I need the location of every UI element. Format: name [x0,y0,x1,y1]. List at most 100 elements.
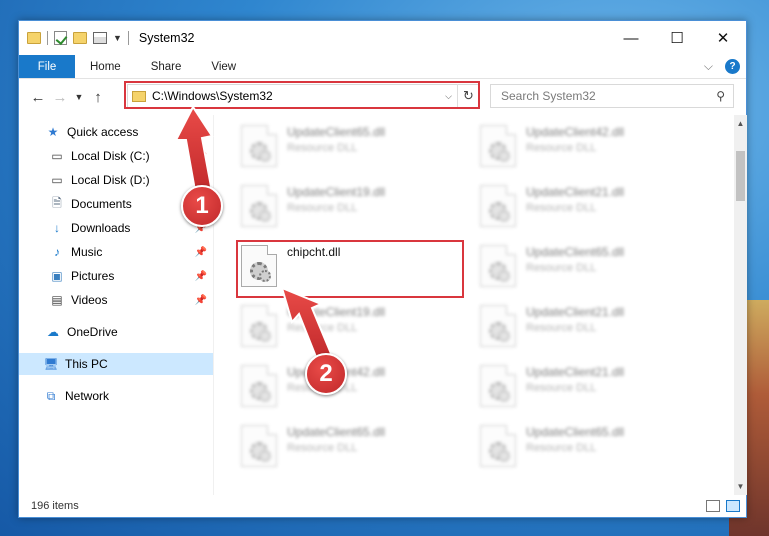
file-name: UpdateClient42.dll [526,125,625,139]
pin-icon: 📌 [194,150,207,162]
minimize-button[interactable]: — [608,21,654,55]
sidebar-item-label: Network [65,389,110,403]
tiles-view-icon[interactable] [726,500,740,512]
file-type: Resource DLL [526,382,597,394]
star-icon: ★ [47,125,59,139]
file-tile[interactable]: UpdateClient65.dll Resource DLL [241,123,471,175]
scroll-thumb[interactable] [736,151,745,201]
dll-file-icon [241,365,277,407]
sidebar-item-videos[interactable]: ▤ Videos 📌 [19,289,213,311]
ribbon-controls: ⌵ ? [704,55,740,78]
file-tile[interactable]: UpdateClient65.dll Resource DLL [241,423,471,475]
qat-dropdown-icon[interactable]: ▼ [113,33,122,43]
file-name: UpdateClient19.dll [287,305,386,319]
pin-icon: 📌 [194,270,207,282]
quick-access-toolbar: ▼ [27,31,129,45]
view-switcher [706,500,740,512]
sidebar-item-local-disk-c[interactable]: ▭ Local Disk (C:) 📌 [19,145,213,167]
file-type: Resource DLL [526,322,597,334]
file-list: UpdateClient65.dll Resource DLL UpdateCli… [215,115,734,495]
pin-icon: 📌 [194,246,207,258]
ribbon-tabs: File Home Share View ⌵ ? [19,55,746,79]
computer-icon: 🖥 [43,357,59,371]
details-view-icon[interactable] [706,500,720,512]
navigation-pane: ★ Quick access ▭ Local Disk (C:) 📌 ▭ Loc… [19,115,214,495]
dll-file-icon [241,185,277,227]
pin-icon: 📌 [194,294,207,306]
file-tile-chipcht[interactable]: chipcht.dll [241,243,471,295]
sidebar-item-label: Quick access [67,125,139,139]
window-title: System32 [138,31,195,45]
sidebar-item-local-disk-d[interactable]: ▭ Local Disk (D:) 📌 [19,169,213,191]
drive-icon: ▭ [51,149,63,163]
customize-icon[interactable] [93,32,107,44]
dll-file-icon [241,305,277,347]
file-tile[interactable]: UpdateClient19.dll Resource DLL [241,183,471,235]
file-type: Resource DLL [526,442,597,454]
sidebar-item-label: Local Disk (C:) [71,149,150,163]
file-tile[interactable]: UpdateClient65.dll Resource DLL [480,243,710,295]
maximize-button[interactable]: ☐ [654,21,700,55]
tab-file[interactable]: File [19,55,75,78]
file-tile[interactable]: UpdateClient21.dll Resource DLL [480,183,710,235]
file-tile[interactable]: UpdateClient65.dll Resource DLL [480,423,710,475]
sidebar-item-music[interactable]: ♪ Music 📌 [19,241,213,263]
refresh-icon[interactable]: ↻ [457,84,479,108]
address-bar[interactable]: C:\Windows\System32 ⌵ [127,84,479,108]
new-folder-icon[interactable] [73,32,87,44]
scroll-up-icon[interactable]: ▲ [734,119,747,128]
cloud-icon: ☁ [47,325,59,339]
file-tile[interactable]: UpdateClient21.dll Resource DLL [480,363,710,415]
close-button[interactable]: ✕ [700,21,746,55]
address-path[interactable]: C:\Windows\System32 [152,89,273,103]
sidebar-item-network[interactable]: ⧉ Network [19,385,213,407]
status-bar: 196 items [19,495,746,517]
scroll-down-icon[interactable]: ▼ [734,482,747,491]
step-callout-1: 1 [181,185,223,227]
file-tile[interactable]: UpdateClient19.dll Resource DLL [241,303,471,355]
file-name: UpdateClient21.dll [526,185,625,199]
file-type: Resource DLL [287,142,358,154]
file-type: Resource DLL [526,262,597,274]
file-name: UpdateClient19.dll [287,185,386,199]
toolbar-divider [127,31,129,45]
back-arrow-icon[interactable]: ← [27,89,49,106]
title-bar[interactable]: ▼ System32 — ☐ ✕ [19,21,746,55]
recent-locations-chevron-icon[interactable]: ▼ [71,92,87,102]
sidebar-item-this-pc[interactable]: 🖥 This PC [19,353,213,375]
dll-file-icon [480,245,516,287]
file-type: Resource DLL [287,322,358,334]
file-tile[interactable]: UpdateClient42.dllResource DLL [480,123,710,175]
tab-view[interactable]: View [196,55,251,78]
expand-ribbon-chevron-icon[interactable]: ⌵ [704,59,713,74]
item-count: 196 items [31,500,79,512]
sidebar-item-label: Music [71,245,103,259]
sidebar-item-pictures[interactable]: ▣ Pictures 📌 [19,265,213,287]
search-input[interactable]: Search System32 ⚲ [490,84,734,108]
file-name: UpdateClient65.dll [287,125,386,139]
forward-arrow-icon[interactable]: → [49,89,71,106]
step-callout-2: 2 [305,353,347,395]
properties-check-icon[interactable] [54,31,67,45]
search-icon[interactable]: ⚲ [716,89,725,103]
dll-file-icon [480,305,516,347]
file-type: Resource DLL [526,202,597,214]
help-icon[interactable]: ? [725,59,740,74]
vertical-scrollbar[interactable]: ▲ ▼ [734,115,747,495]
documents-icon: 🗎 [52,195,62,210]
file-explorer-window: ▼ System32 — ☐ ✕ File Home Share View ⌵ … [18,20,747,518]
tab-share[interactable]: Share [136,55,197,78]
sidebar-item-downloads[interactable]: ↓ Downloads 📌 [19,217,213,239]
download-icon: ↓ [54,221,60,235]
file-tile[interactable]: UpdateClient42.dllResource DLL [241,363,471,415]
address-dropdown-icon[interactable]: ⌵ [445,91,452,102]
tab-home[interactable]: Home [75,55,136,78]
file-name: UpdateClient21.dll [526,365,625,379]
sidebar-item-label: This PC [65,357,108,371]
file-tile[interactable]: UpdateClient21.dll Resource DLL [480,303,710,355]
up-arrow-icon[interactable]: ↑ [87,89,109,106]
pictures-icon: ▣ [51,269,63,283]
sidebar-item-quick-access[interactable]: ★ Quick access [19,121,213,143]
caption-buttons: — ☐ ✕ [608,21,746,55]
sidebar-item-onedrive[interactable]: ☁ OneDrive [19,321,213,343]
